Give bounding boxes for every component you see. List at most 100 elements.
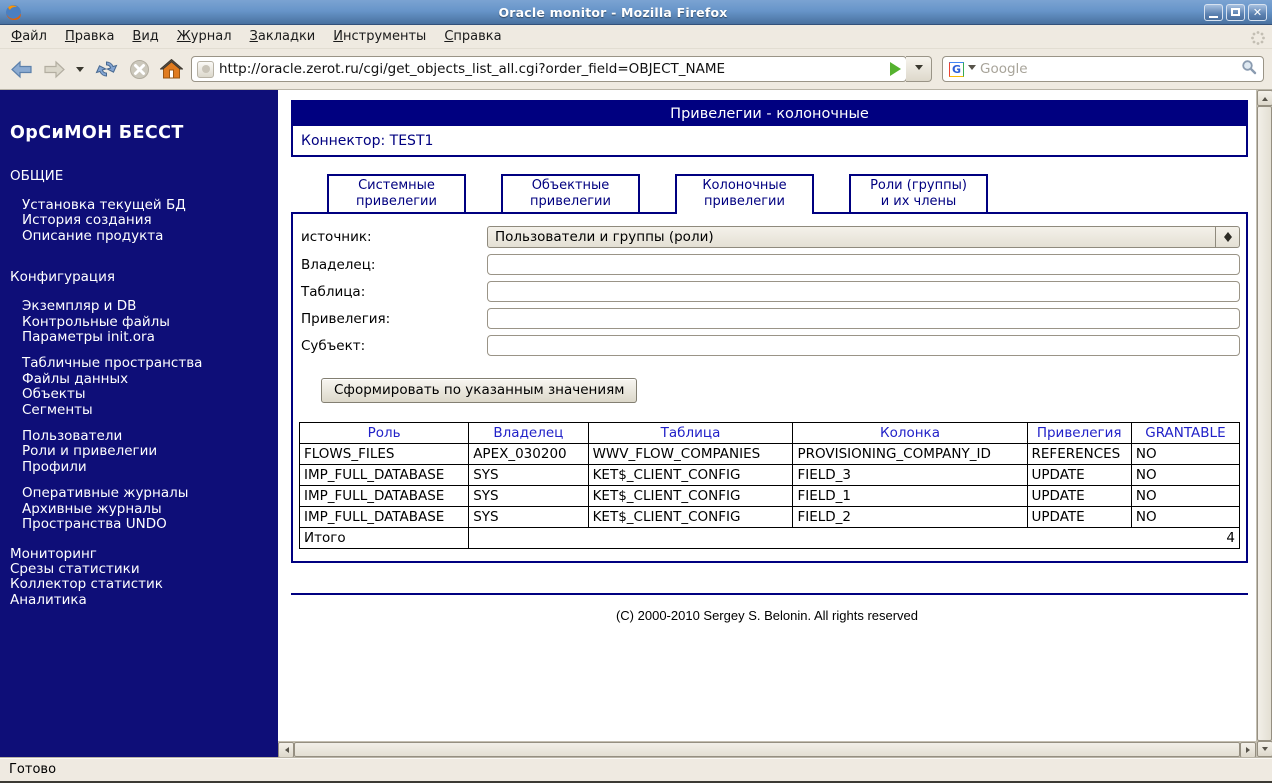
google-icon: G: [949, 61, 964, 77]
url-input[interactable]: [219, 61, 885, 77]
sidebar-group-instance: Экземпляр и DB Контрольные файлы Параметры…: [22, 298, 278, 345]
sidebar-group-general: Установка текущей БД История создания Опис…: [22, 197, 278, 244]
menu-item[interactable]: Правка: [56, 26, 123, 47]
scroll-left-button[interactable]: [278, 742, 294, 757]
sidebar-link[interactable]: Контрольные файлы: [22, 314, 278, 330]
horizontal-scrollbar[interactable]: [278, 741, 1256, 757]
select-spinner-icon: [1215, 227, 1239, 247]
forward-button[interactable]: [41, 58, 68, 81]
vertical-scrollbar[interactable]: [1256, 90, 1272, 757]
sidebar-group-logs: Оперативные журналы Архивные журналы Прост…: [22, 485, 278, 532]
sidebar-link[interactable]: Пользователи: [22, 428, 278, 444]
menu-item[interactable]: Файл: [2, 26, 56, 47]
column-header: Роль: [298, 422, 470, 444]
content-area: Привелегии - колоночные Коннектор: TEST1…: [278, 90, 1256, 741]
search-box[interactable]: G: [942, 56, 1264, 82]
sidebar-link[interactable]: Объекты: [22, 386, 278, 402]
url-dropdown-button[interactable]: [906, 56, 932, 82]
total-value: 4: [468, 527, 1240, 549]
generate-button[interactable]: Сформировать по указанным значениям: [321, 378, 638, 403]
maximize-button[interactable]: [1226, 3, 1245, 21]
home-button[interactable]: [158, 57, 185, 81]
navigation-toolbar: G: [0, 49, 1272, 90]
menu-item[interactable]: Инструменты: [324, 26, 435, 47]
table-row: FLOWS_FILES APEX_030200 WWV_FLOW_COMPANI…: [298, 443, 1241, 465]
stop-button[interactable]: [127, 57, 152, 82]
sidebar-link[interactable]: История создания: [22, 212, 278, 228]
search-engine-dropdown-icon[interactable]: [968, 64, 976, 74]
column-header: GRANTABLE: [1130, 422, 1241, 444]
tab-bar: Системные привелегии Объектные привелеги…: [278, 174, 1256, 214]
url-bar[interactable]: [191, 56, 907, 82]
table-row: IMP_FULL_DATABASE SYS KET$_CLIENT_CONFIG…: [298, 485, 1241, 507]
total-label: Итого: [298, 527, 470, 549]
sidebar-link[interactable]: Аналитика: [10, 592, 278, 608]
forward-icon: [44, 60, 65, 78]
magnifier-icon[interactable]: [1241, 59, 1257, 79]
owner-label: Владелец:: [301, 256, 376, 273]
arrow-down-icon: [1262, 746, 1268, 754]
sidebar-group-users: Пользователи Роли и привелегии Профили: [22, 428, 278, 475]
sidebar-link[interactable]: Мониторинг: [10, 546, 278, 562]
search-input[interactable]: [980, 61, 1237, 77]
filter-panel: источник: Пользователи и группы (роли) В…: [291, 212, 1248, 563]
sidebar-link[interactable]: Описание продукта: [22, 228, 278, 244]
back-button[interactable]: [8, 58, 35, 81]
reload-button[interactable]: [92, 56, 121, 82]
status-bar: Готово: [0, 757, 1272, 783]
sidebar-link[interactable]: Файлы данных: [22, 371, 278, 387]
table-header-row: Роль Владелец Таблица Колонка Привелегия GRAN…: [298, 422, 1241, 444]
table-total-row: Итого 4: [298, 527, 1240, 549]
menu-item[interactable]: Журнал: [168, 26, 241, 47]
horizontal-scrollbar-thumb[interactable]: [294, 742, 1240, 757]
close-button[interactable]: ✕: [1248, 3, 1267, 21]
sidebar-link[interactable]: Экземпляр и DB: [22, 298, 278, 314]
sidebar-link[interactable]: Архивные журналы: [22, 501, 278, 517]
sidebar-link[interactable]: Сегменты: [22, 402, 278, 418]
tab-privileges[interactable]: Системные привелегии: [327, 174, 466, 214]
vertical-scrollbar-thumb[interactable]: [1257, 106, 1272, 741]
sidebar-link[interactable]: Табличные пространства: [22, 356, 278, 372]
tab-privileges[interactable]: Объектные привелегии: [501, 174, 640, 214]
table-input[interactable]: [487, 281, 1240, 302]
scroll-up-button[interactable]: [1257, 90, 1272, 106]
arrow-up-icon: [1262, 94, 1268, 101]
menu-item[interactable]: Вид: [123, 26, 167, 47]
privilege-label: Привелегия:: [301, 310, 391, 327]
go-icon[interactable]: [890, 62, 901, 76]
divider: [291, 593, 1248, 595]
home-icon: [160, 59, 183, 79]
tab-privileges[interactable]: Роли (группы) и их члены: [849, 174, 988, 214]
maximize-icon: [1231, 8, 1240, 16]
sidebar-link[interactable]: Оперативные журналы: [22, 485, 278, 501]
source-select[interactable]: Пользователи и группы (роли): [487, 226, 1240, 248]
chevron-down-icon: [914, 64, 923, 74]
arrow-left-icon: [282, 747, 289, 753]
sidebar-link[interactable]: Роли и привелегии: [22, 444, 278, 460]
history-dropdown-button[interactable]: [74, 61, 86, 78]
scroll-right-button[interactable]: [1240, 742, 1256, 757]
sidebar-group-monitoring: Мониторинг Срезы статистики Коллектор стат…: [10, 546, 278, 609]
sidebar-link[interactable]: Установка текущей БД: [22, 197, 278, 213]
minimize-button[interactable]: [1204, 3, 1223, 21]
owner-input[interactable]: [487, 254, 1240, 275]
sidebar-link[interactable]: Срезы статистики: [10, 561, 278, 577]
sidebar-link[interactable]: Коллектор статистик: [10, 576, 278, 592]
window-title: Oracle monitor - Mozilla Firefox: [498, 4, 728, 20]
source-label: источник:: [301, 229, 372, 245]
menu-item[interactable]: Справка: [435, 26, 510, 47]
tab-privileges[interactable]: Колоночные привелегии: [675, 174, 814, 214]
menu-item[interactable]: Закладки: [241, 26, 325, 47]
throbber-icon: [1250, 30, 1266, 50]
sidebar-link[interactable]: Пространства UNDO: [22, 516, 278, 532]
privileges-table: Роль Владелец Таблица Колонка Привелегия GRAN…: [298, 422, 1241, 549]
subject-input[interactable]: [487, 335, 1240, 356]
privilege-input[interactable]: [487, 308, 1240, 329]
chevron-down-icon: [76, 66, 84, 76]
scroll-down-button[interactable]: [1257, 741, 1272, 757]
table-row: IMP_FULL_DATABASE SYS KET$_CLIENT_CONFIG…: [298, 464, 1241, 486]
sidebar-link[interactable]: Профили: [22, 459, 278, 475]
sidebar-link[interactable]: Параметры init.ora: [22, 329, 278, 345]
firefox-icon: [5, 4, 22, 21]
app-brand: ОрСиМОН БЕССТ: [10, 123, 184, 143]
